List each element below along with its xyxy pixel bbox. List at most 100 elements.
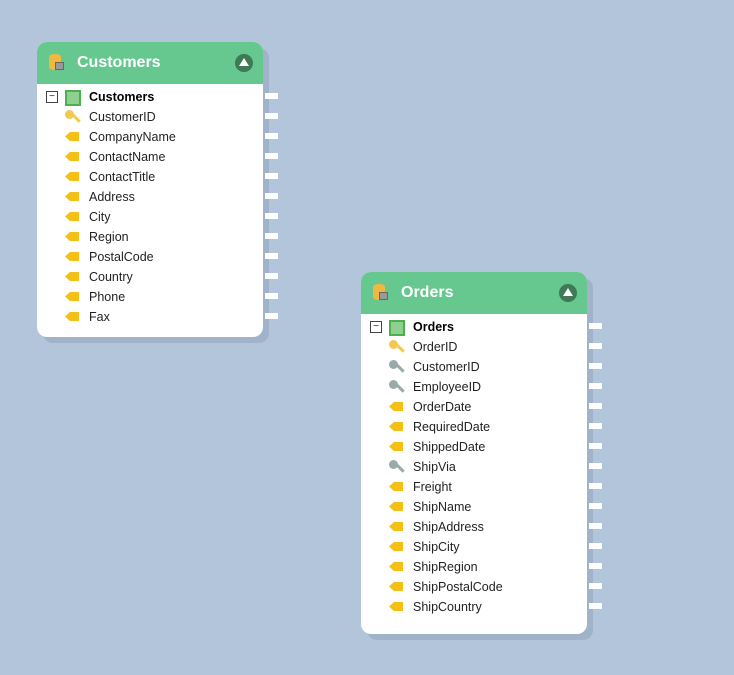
- attribute-icon: [389, 402, 403, 411]
- attribute-icon: [389, 482, 403, 491]
- field-label: ShipCity: [413, 540, 460, 554]
- attribute-icon: [65, 172, 79, 181]
- attribute-icon: [389, 602, 403, 611]
- field-label: ShipVia: [413, 460, 456, 474]
- field-row[interactable]: ShipName: [361, 497, 602, 517]
- field-row[interactable]: ShipVia: [361, 457, 602, 477]
- connector-handle[interactable]: [589, 443, 602, 449]
- connector-handle[interactable]: [265, 173, 278, 179]
- connector-handle[interactable]: [589, 583, 602, 589]
- field-row[interactable]: ShipCountry: [361, 597, 602, 617]
- connector-handle[interactable]: [589, 523, 602, 529]
- field-row[interactable]: ShipPostalCode: [361, 577, 602, 597]
- connector-handle[interactable]: [265, 193, 278, 199]
- connector-handle[interactable]: [589, 563, 602, 569]
- attribute-icon: [65, 232, 79, 241]
- field-row[interactable]: PostalCode: [37, 247, 278, 267]
- field-row[interactable]: ShipRegion: [361, 557, 602, 577]
- connector-handle[interactable]: [589, 343, 602, 349]
- field-label: ShippedDate: [413, 440, 486, 454]
- table-row[interactable]: − Orders: [361, 317, 602, 337]
- connector-handle[interactable]: [589, 603, 602, 609]
- customers-table-card[interactable]: Customers − Customers CustomerID Company…: [37, 42, 278, 337]
- foreign-key-icon: [389, 380, 398, 389]
- connector-handle[interactable]: [265, 253, 278, 259]
- field-label: CustomerID: [413, 360, 480, 374]
- field-row[interactable]: OrderID: [361, 337, 602, 357]
- attribute-icon: [65, 152, 79, 161]
- table-header[interactable]: Customers: [37, 42, 263, 84]
- connector-handle[interactable]: [589, 363, 602, 369]
- orders-table-card[interactable]: Orders − Orders OrderID CustomerID Emplo…: [361, 272, 602, 634]
- field-label: ShipCountry: [413, 600, 482, 614]
- attribute-icon: [389, 542, 403, 551]
- attribute-icon: [389, 422, 403, 431]
- field-row[interactable]: CustomerID: [361, 357, 602, 377]
- connector-handle[interactable]: [265, 153, 278, 159]
- connector-handle[interactable]: [265, 313, 278, 319]
- field-row[interactable]: CompanyName: [37, 127, 278, 147]
- connector-handle[interactable]: [265, 233, 278, 239]
- table-title: Customers: [77, 54, 161, 71]
- primary-key-icon: [65, 110, 74, 119]
- field-label: OrderID: [413, 340, 458, 354]
- field-row[interactable]: Country: [37, 267, 278, 287]
- field-label: RequiredDate: [413, 420, 491, 434]
- primary-key-icon: [389, 340, 398, 349]
- field-row[interactable]: ShippedDate: [361, 437, 602, 457]
- attribute-icon: [65, 312, 79, 321]
- field-row[interactable]: OrderDate: [361, 397, 602, 417]
- collapse-icon[interactable]: [235, 54, 253, 72]
- table-title: Orders: [401, 284, 454, 301]
- connector-handle[interactable]: [589, 323, 602, 329]
- field-row[interactable]: Region: [37, 227, 278, 247]
- field-label: CompanyName: [89, 130, 176, 144]
- connector-handle[interactable]: [589, 463, 602, 469]
- field-row[interactable]: RequiredDate: [361, 417, 602, 437]
- field-row[interactable]: Address: [37, 187, 278, 207]
- connector-handle[interactable]: [265, 293, 278, 299]
- field-row[interactable]: Fax: [37, 307, 278, 327]
- collapse-icon[interactable]: [559, 284, 577, 302]
- connector-handle[interactable]: [265, 133, 278, 139]
- connector-handle[interactable]: [589, 383, 602, 389]
- field-row[interactable]: ContactName: [37, 147, 278, 167]
- foreign-key-icon: [389, 460, 398, 469]
- connector-handle[interactable]: [589, 543, 602, 549]
- connector-handle[interactable]: [265, 113, 278, 119]
- attribute-icon: [389, 582, 403, 591]
- field-label: Phone: [89, 290, 126, 304]
- attribute-icon: [65, 272, 79, 281]
- field-row[interactable]: Freight: [361, 477, 602, 497]
- minus-icon[interactable]: −: [46, 91, 58, 103]
- connector-handle[interactable]: [265, 213, 278, 219]
- field-row[interactable]: ContactTitle: [37, 167, 278, 187]
- minus-icon[interactable]: −: [370, 321, 382, 333]
- field-row[interactable]: CustomerID: [37, 107, 278, 127]
- connector-handle[interactable]: [589, 403, 602, 409]
- connector-handle[interactable]: [589, 423, 602, 429]
- table-icon: [389, 320, 405, 336]
- field-label: Region: [89, 230, 129, 244]
- field-label: City: [89, 210, 111, 224]
- field-label: Address: [89, 190, 135, 204]
- connector-handle[interactable]: [589, 483, 602, 489]
- field-row[interactable]: ShipAddress: [361, 517, 602, 537]
- attribute-icon: [65, 132, 79, 141]
- connector-handle[interactable]: [265, 93, 278, 99]
- field-row[interactable]: ShipCity: [361, 537, 602, 557]
- attribute-icon: [65, 212, 79, 221]
- connector-handle[interactable]: [589, 503, 602, 509]
- table-icon: [65, 90, 81, 106]
- attribute-icon: [65, 192, 79, 201]
- field-label: ShipName: [413, 500, 472, 514]
- field-row[interactable]: City: [37, 207, 278, 227]
- field-label: Freight: [413, 480, 452, 494]
- connector-handle[interactable]: [265, 273, 278, 279]
- field-row[interactable]: Phone: [37, 287, 278, 307]
- table-header[interactable]: Orders: [361, 272, 587, 314]
- table-row-label: Orders: [413, 320, 454, 334]
- field-label: Fax: [89, 310, 110, 324]
- table-row[interactable]: − Customers: [37, 87, 278, 107]
- field-row[interactable]: EmployeeID: [361, 377, 602, 397]
